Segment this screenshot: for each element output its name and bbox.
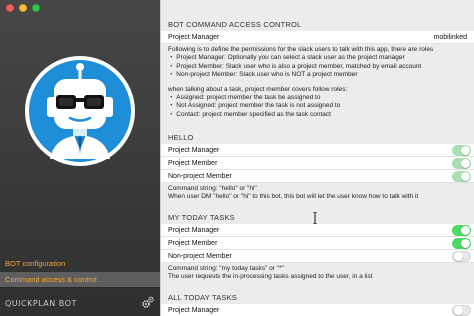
hello-row-project-member: Project Member [161, 157, 474, 170]
window-maximize-icon[interactable] [32, 4, 40, 12]
window-minimize-icon[interactable] [19, 4, 27, 12]
sidebar-item-bot-configuration[interactable]: BOT configuration [0, 256, 160, 271]
today-row-project-manager: Project Manager [161, 224, 474, 237]
project-manager-select-row[interactable]: Project Manager mobilinked [161, 31, 474, 44]
row-label: Project Member [168, 240, 218, 247]
window-close-icon[interactable] [6, 4, 14, 12]
sidebar-item-command-access-control[interactable]: Command access & control [0, 272, 160, 287]
row-label: Project Manager [168, 147, 220, 154]
description-line: ・ Project Manager: Optionally you can se… [168, 54, 405, 62]
toggle-switch[interactable] [452, 158, 471, 169]
hello-row-non-project-member: Non-project Member [161, 170, 474, 183]
description-line: ・ Contact: project member specified as t… [168, 110, 331, 118]
access-description: Following is to define the permissions f… [168, 46, 433, 119]
description-line: ・ Not Assigned: project member the task … [168, 102, 341, 110]
description-line: Command string: "my today tasks" or "*" [168, 265, 284, 272]
row-label: Non-project Member [168, 173, 232, 180]
row-label: Non-project Member [168, 253, 232, 260]
sidebar-item-label: BOT configuration [5, 259, 66, 268]
project-manager-value[interactable]: mobilinked [434, 31, 467, 44]
section-header-hello: HELLO [168, 133, 194, 142]
description-line: The user requests the in-processing task… [168, 273, 373, 281]
gear-icon[interactable] [141, 295, 155, 309]
row-label: Project Manager [168, 227, 220, 234]
toggle-switch[interactable] [452, 238, 471, 249]
toggle-switch[interactable] [452, 305, 471, 316]
sidebar: BOT configuration Command access & contr… [0, 0, 160, 316]
section-header-my-today-tasks: MY TODAY TASKS [168, 213, 235, 222]
description-line: when talking about a task, project membe… [168, 85, 348, 93]
hello-description: Command string: "hello" or "hi" When use… [168, 185, 418, 202]
description-line: ・ Project Member: Slack user who is also… [168, 62, 422, 70]
today-row-non-project-member: Non-project Member [161, 250, 474, 263]
description-line: Command string: "hello" or "hi" [168, 185, 257, 192]
main-panel[interactable]: BOT COMMAND ACCESS CONTROL Project Manag… [160, 0, 474, 316]
row-label: Project Manager [168, 34, 220, 41]
today-row-project-member: Project Member [161, 237, 474, 250]
brand-logo: QUICKPLAN BOT [5, 299, 77, 308]
description-line: ・ Assigned: project member the task be a… [168, 94, 321, 102]
toggle-switch[interactable] [452, 225, 471, 236]
description-line: Following is to define the permissions f… [168, 46, 434, 53]
bot-logo-icon [25, 56, 135, 166]
section-header-access-control: BOT COMMAND ACCESS CONTROL [168, 20, 302, 29]
window-controls [6, 4, 40, 12]
description-line: When user DM "hello" or "hi" to this bot… [168, 193, 419, 201]
description-line: ・ Non-project Member: Slack user who is … [168, 71, 358, 79]
row-label: Project Member [168, 160, 218, 167]
sidebar-item-label: Command access & control [5, 275, 97, 284]
toggle-switch[interactable] [452, 251, 471, 262]
sidebar-divider [0, 287, 160, 288]
hello-row-project-manager: Project Manager [161, 144, 474, 157]
row-label: Project Manager [168, 307, 220, 314]
mouse-cursor-icon [313, 212, 317, 224]
all-today-row-project-manager: Project Manager [161, 304, 474, 316]
toggle-switch[interactable] [452, 171, 471, 182]
today-description: Command string: "my today tasks" or "*" … [168, 265, 373, 282]
toggle-switch[interactable] [452, 145, 471, 156]
section-header-all-today-tasks: ALL TODAY TASKS [168, 293, 238, 302]
